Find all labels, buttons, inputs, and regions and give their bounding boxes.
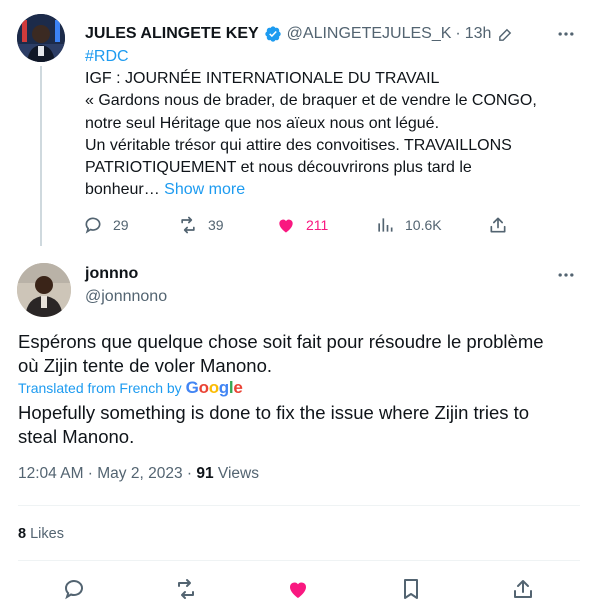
more-icon[interactable] (556, 264, 576, 286)
parent-tweet-actions: 29 39 211 10.6K (83, 212, 513, 238)
heart-filled-icon (290, 582, 306, 598)
share-button[interactable] (510, 576, 536, 602)
heart-filled-icon (279, 219, 293, 233)
show-more-link[interactable]: Show more (164, 181, 245, 198)
reply-button[interactable] (61, 576, 87, 602)
avatar-photo (17, 263, 71, 317)
tweet-line: IGF : JOURNÉE INTERNATIONALE DU TRAVAIL (85, 70, 440, 88)
reply-icon (85, 217, 101, 234)
translation-line: Hopefully something is done to fix the i… (18, 402, 530, 423)
tweet-line: « Gardons nous de brader, de braquer et … (85, 92, 537, 110)
hashtag-link[interactable]: #RDC (85, 46, 575, 68)
translated-label-text: Translated from French by (18, 380, 182, 396)
views-icon (378, 218, 393, 232)
verified-badge-icon[interactable] (264, 25, 282, 43)
tweet-line-text: bonheur… (85, 181, 160, 199)
edit-icon[interactable] (497, 26, 514, 43)
reply-author-avatar[interactable] (17, 263, 71, 317)
bookmark-icon (404, 579, 418, 599)
divider (18, 505, 580, 506)
like-button[interactable]: 211 (276, 212, 328, 238)
share-icon (490, 217, 506, 233)
translated-by-label[interactable]: Translated from French by Google (18, 378, 243, 398)
tweet-timestamp[interactable]: 12:04 AM · May 2, 2023 · (18, 465, 192, 482)
share-button[interactable] (488, 212, 518, 238)
reply-count: 29 (113, 217, 129, 233)
bookmark-button[interactable] (398, 576, 424, 602)
likes-summary[interactable]: 8 Likes (18, 526, 64, 542)
avatar-photo (17, 14, 65, 62)
views-label: Views (217, 465, 259, 482)
author-name[interactable]: JULES ALINGETE KEY (85, 25, 259, 43)
retweet-icon (178, 579, 194, 599)
reply-author-name[interactable]: jonnno (85, 265, 138, 283)
likes-count: 8 (18, 526, 27, 542)
retweet-count: 39 (208, 217, 224, 233)
retweet-button[interactable]: 39 (178, 212, 224, 238)
reply-button[interactable]: 29 (83, 212, 129, 238)
google-logo: Google (185, 378, 243, 397)
retweet-icon (181, 216, 195, 234)
reply-icon (65, 580, 83, 600)
share-icon (514, 580, 532, 598)
divider (18, 560, 580, 561)
tweet-time[interactable]: 13h (465, 25, 492, 43)
reply-original-text: Espérons que quelque chose soit fait pou… (18, 330, 583, 378)
tweet-line: notre seul Héritage que nos aïeux nous o… (85, 114, 440, 132)
reply-author-handle[interactable]: @jonnnono (85, 288, 167, 306)
reply-line: Espérons que quelque chose soit fait pou… (18, 331, 544, 352)
thread-connector-line (40, 66, 42, 246)
views-button[interactable]: 10.6K (375, 212, 442, 238)
reply-action-bar (18, 576, 580, 602)
views-count: 10.6K (405, 217, 442, 233)
author-avatar[interactable] (17, 14, 65, 62)
reply-translation: Hopefully something is done to fix the i… (18, 401, 583, 449)
reply-line: où Zijin tente de voler Manono. (18, 355, 273, 376)
views-count: 91 (196, 465, 214, 482)
likes-label: Likes (30, 526, 64, 542)
author-handle[interactable]: @ALINGETEJULES_K (287, 25, 452, 43)
translation-line: steal Manono. (18, 426, 135, 447)
like-count: 211 (306, 217, 329, 233)
tweet-meta: 12:04 AM · May 2, 2023 · 91 Views (18, 465, 259, 483)
parent-tweet-text: #RDC IGF : JOURNÉE INTERNATIONALE DU TRA… (85, 46, 575, 201)
tweet-line-last: bonheur… Show more (85, 179, 575, 201)
separator-dot: · (455, 25, 461, 42)
tweet-line: PATRIOTIQUEMENT et nous découvrirons plu… (85, 159, 472, 177)
tweet-line: Un véritable trésor qui attire des convo… (85, 136, 512, 154)
retweet-button[interactable] (173, 576, 199, 602)
more-icon[interactable] (556, 23, 576, 45)
like-button[interactable] (285, 576, 311, 602)
parent-tweet-header: JULES ALINGETE KEY @ALINGETEJULES_K · 13… (85, 23, 576, 45)
